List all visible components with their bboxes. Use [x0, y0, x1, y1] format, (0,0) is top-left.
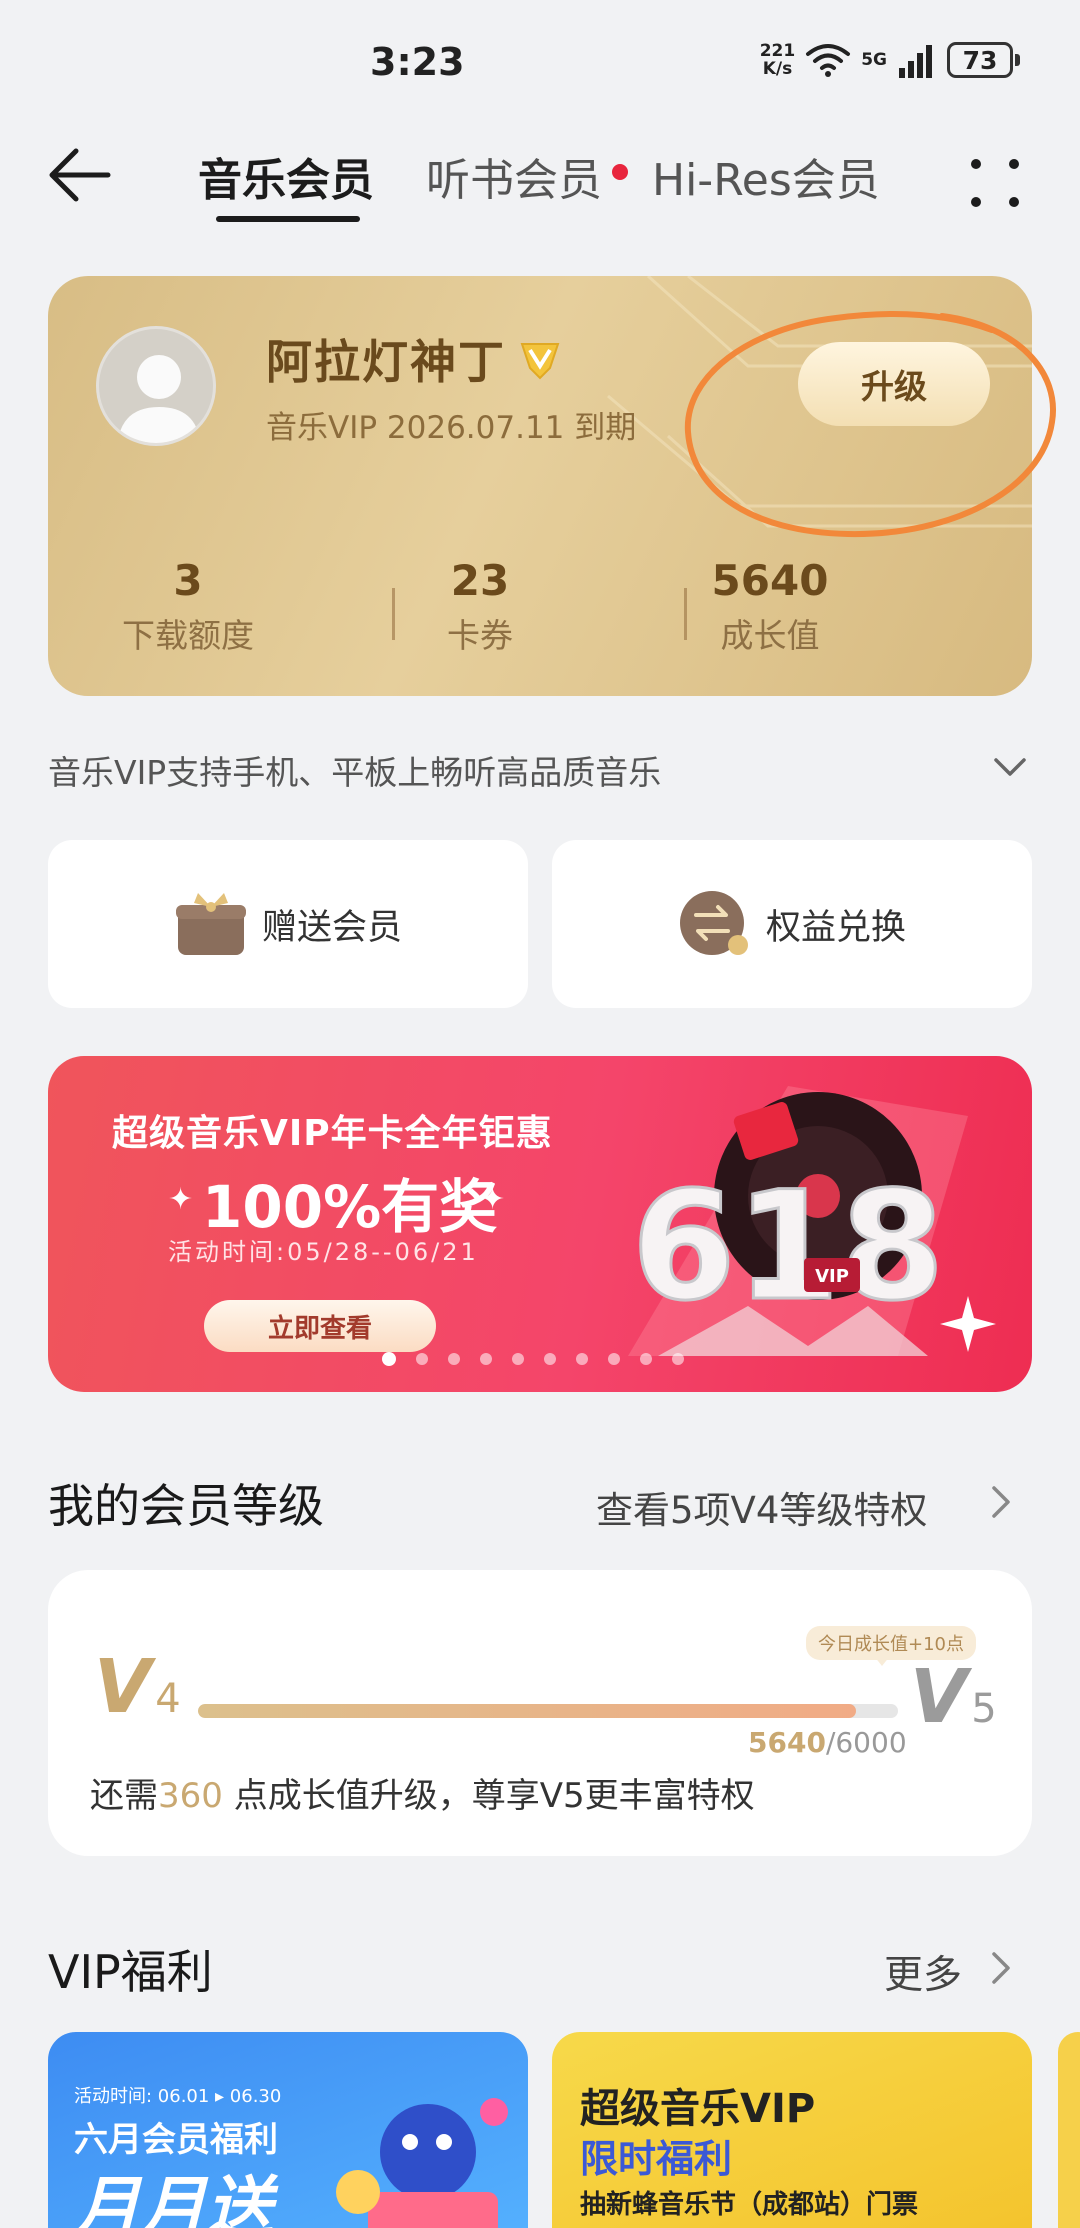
sparkle-icon: ✦	[480, 1182, 506, 1217]
annotation-circle	[684, 311, 1056, 538]
avatar[interactable]	[96, 326, 216, 446]
battery-tip	[1015, 54, 1020, 66]
gift-label: 赠送会员	[261, 907, 402, 948]
banner-dot[interactable]	[448, 1353, 460, 1365]
stat-value: 5640	[711, 556, 829, 605]
banner-dot[interactable]	[608, 1353, 620, 1365]
progress-current: 5640	[748, 1726, 826, 1759]
banner-618-art: 618 VIP	[628, 1086, 996, 1356]
welfare-card-festival[interactable]: 超级音乐VIP 限时福利 抽新蜂音乐节（成都站）门票	[552, 2032, 1032, 2228]
banner-dot[interactable]	[512, 1353, 524, 1365]
welfare-subtitle: 限时福利	[580, 2137, 733, 2181]
welfare-time: 活动时间: 06.01 ▸ 06.30	[74, 2086, 282, 2107]
status-icons: 221 K/s 5G 73	[760, 42, 1020, 78]
net-speed-unit: K/s	[762, 59, 793, 79]
welfare-title: 超级音乐VIP	[580, 2086, 816, 2132]
banner-dot[interactable]	[382, 1352, 396, 1366]
tab-active-indicator	[216, 216, 360, 222]
level-card[interactable]: V 4 今日成长值+10点 V 5 5640/6000 还需360 点成长值升级…	[48, 1570, 1032, 1856]
need-suffix: 点成长值升级，尊享V5更丰富特权	[222, 1776, 755, 1816]
battery-level: 73	[962, 45, 998, 75]
banner-time: 活动时间:05/28--06/21	[168, 1238, 479, 1266]
need-prefix: 还需	[90, 1776, 158, 1816]
need-number: 360	[158, 1776, 223, 1816]
welfare-more-link[interactable]: 更多	[884, 1944, 962, 2000]
welfare-big-text: 月月送	[74, 2169, 272, 2228]
level-progress-bar	[198, 1704, 898, 1718]
chevron-down-icon[interactable]	[990, 752, 1030, 782]
exchange-icon	[679, 891, 748, 955]
chevron-right-icon[interactable]	[986, 1948, 1016, 1988]
current-level-letter: V	[94, 1644, 152, 1730]
net-speed: 221 K/s	[760, 42, 796, 78]
banner-dot[interactable]	[544, 1353, 556, 1365]
username: 阿拉灯神丁	[266, 335, 506, 389]
level-privileges-link[interactable]: 查看5项V4等级特权	[596, 1480, 927, 1534]
network-type: 5G	[861, 50, 887, 70]
banner-dot[interactable]	[480, 1353, 492, 1365]
banner-cta-button[interactable]: 立即查看	[204, 1300, 436, 1352]
progress-readout: 5640/6000	[748, 1726, 907, 1759]
banner-dot[interactable]	[576, 1353, 588, 1365]
banner-dot[interactable]	[672, 1353, 684, 1365]
welfare-card-june[interactable]: 活动时间: 06.01 ▸ 06.30 六月会员福利 月月送	[48, 2032, 528, 2228]
banner-art-text: 618	[631, 1160, 944, 1334]
tab-music-vip[interactable]: 音乐会员	[198, 144, 374, 208]
battery-icon: 73	[947, 42, 1013, 78]
tip-tail	[874, 1656, 890, 1666]
signal-icon	[899, 45, 932, 78]
vip-description: 音乐VIP支持手机、平板上畅听高品质音乐	[48, 753, 662, 792]
gift-membership-button[interactable]: 赠送会员	[48, 840, 528, 1008]
promo-banner[interactable]: 超级音乐VIP年卡全年钜惠 ✦ 100%有奖 ✦ 活动时间:05/28--06/…	[48, 1056, 1032, 1392]
benefit-exchange-button[interactable]: 权益兑换	[552, 840, 1032, 1008]
tab-audiobook-vip[interactable]: 听书会员	[426, 144, 602, 208]
stat-label: 卡券	[447, 616, 513, 655]
banner-title: 超级音乐VIP年卡全年钜惠	[112, 1113, 553, 1154]
banner-pagination	[382, 1352, 684, 1366]
vip-badge-text: VIP	[815, 1266, 849, 1287]
stat-value: 3	[173, 556, 203, 605]
section-title-welfare: VIP福利	[48, 1945, 213, 1999]
stat-download-quota[interactable]: 3 下载额度	[78, 556, 298, 657]
welfare-illustration	[336, 2098, 508, 2228]
banner-dot[interactable]	[416, 1353, 428, 1365]
next-level-letter: V	[910, 1654, 968, 1740]
gift-icon	[175, 893, 246, 955]
more-options-icon[interactable]	[968, 156, 1022, 210]
stat-growth-value[interactable]: 5640 成长值	[660, 556, 880, 657]
stat-label: 成长值	[720, 616, 820, 655]
next-level-number: 5	[971, 1686, 997, 1732]
vip-level-badge-icon	[520, 343, 560, 380]
upgrade-requirement: 还需360 点成长值升级，尊享V5更丰富特权	[90, 1768, 755, 1817]
status-time: 3:23	[370, 40, 465, 84]
banner-dot[interactable]	[640, 1353, 652, 1365]
net-speed-value: 221	[759, 41, 796, 61]
stat-value: 23	[450, 556, 510, 605]
chevron-right-icon[interactable]	[986, 1482, 1016, 1522]
welfare-card-next[interactable]	[1058, 2032, 1080, 2228]
current-level-number: 4	[155, 1676, 181, 1722]
welfare-description: 抽新蜂音乐节（成都站）门票	[580, 2190, 919, 2220]
banner-headline-text: 100%有奖	[202, 1173, 498, 1241]
tab-notification-dot	[612, 164, 628, 180]
stat-coupons[interactable]: 23 卡券	[370, 556, 590, 657]
tab-hires-vip[interactable]: Hi-Res会员	[652, 144, 880, 208]
vip-expiry: 音乐VIP 2026.07.11 到期	[266, 410, 637, 446]
section-title-level: 我的会员等级	[48, 1479, 324, 1533]
next-level-mark: V 5	[910, 1654, 997, 1740]
progress-total: /6000	[825, 1726, 907, 1759]
exchange-label: 权益兑换	[765, 907, 906, 948]
wifi-icon	[806, 44, 851, 77]
current-level-mark: V 4	[94, 1644, 181, 1730]
back-arrow-icon[interactable]	[44, 140, 114, 210]
stat-label: 下载额度	[122, 616, 254, 655]
level-progress-fill	[198, 1704, 856, 1718]
